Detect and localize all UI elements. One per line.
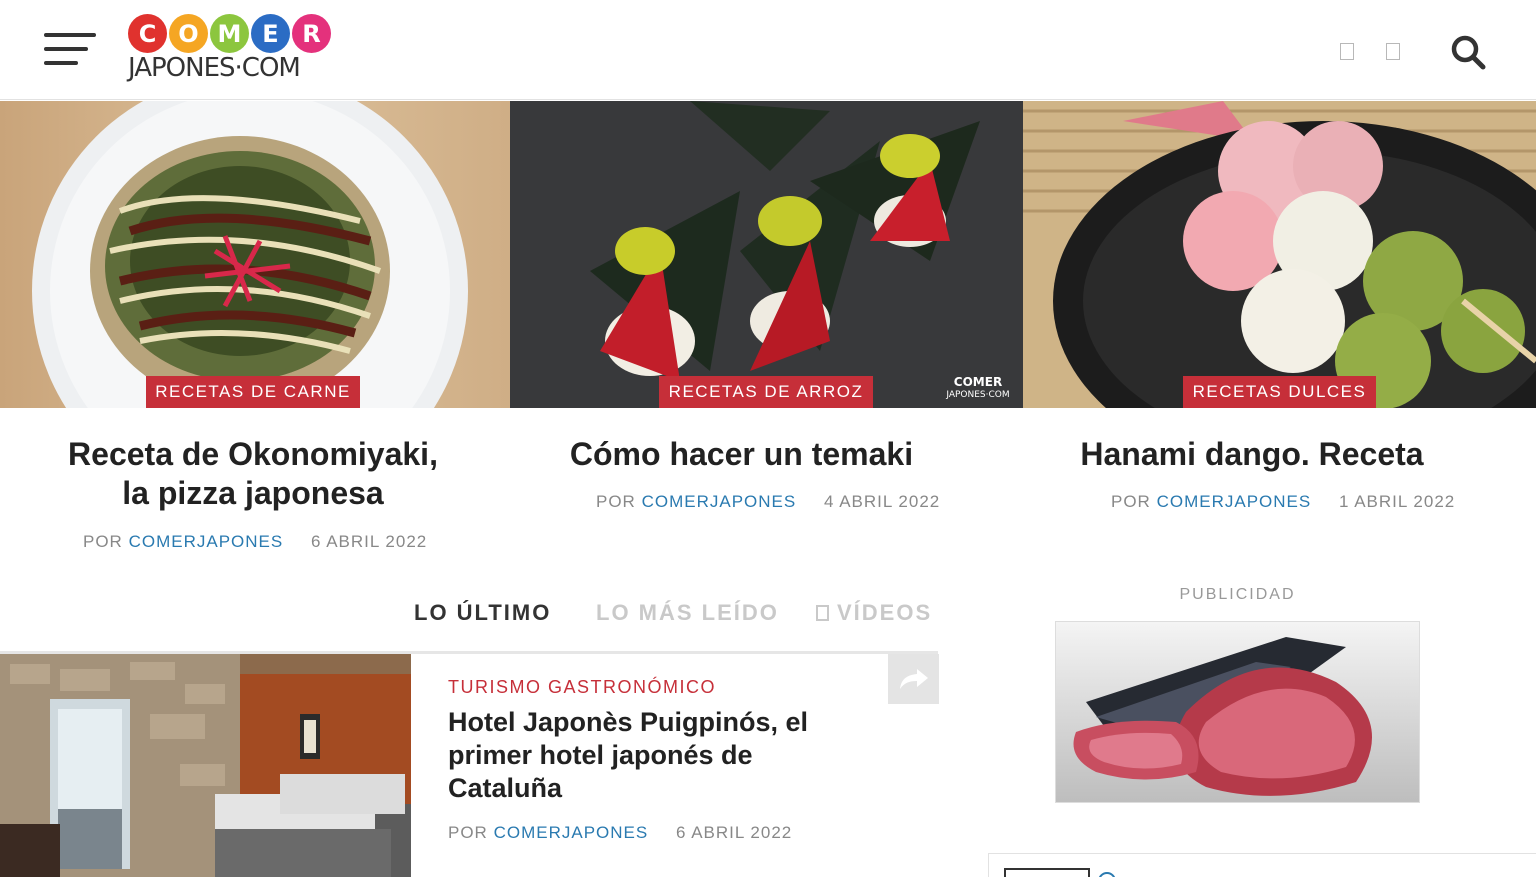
article-title[interactable]: Hotel Japonès Puigpinós, el primer hotel… xyxy=(448,706,848,805)
featured-meta-okonomiyaki: POR COMERJAPONES 6 ABRIL 2022 xyxy=(83,532,427,552)
tab-lo-mas-leido[interactable]: LO MÁS LEÍDO xyxy=(596,600,779,626)
post-date: 6 ABRIL 2022 xyxy=(310,532,428,551)
dango-image[interactable] xyxy=(1023,101,1536,408)
author-link[interactable]: COMERJAPONES xyxy=(1157,492,1312,511)
post-date: 4 ABRIL 2022 xyxy=(823,492,941,511)
featured-title-dango-line1: Hanami dango. Receta xyxy=(1080,436,1424,472)
category-badge-carne[interactable]: RECETAS DE CARNE xyxy=(146,376,360,408)
article-category[interactable]: TURISMO GASTRONÓMICO xyxy=(448,677,716,698)
okonomiyaki-image[interactable] xyxy=(0,101,510,408)
featured-title-temaki-line1: Cómo hacer un temaki xyxy=(569,436,914,472)
advertising-label: PUBLICIDAD xyxy=(1179,586,1296,603)
hamburger-menu-icon[interactable] xyxy=(44,32,98,68)
category-badge-arroz[interactable]: RECETAS DE ARROZ xyxy=(659,376,873,408)
advertisement-image[interactable] xyxy=(1055,621,1420,803)
logo-letter-r: R xyxy=(292,14,331,53)
content-tabs: LO ÚLTIMO LO MÁS LEÍDO VÍDEOS xyxy=(412,600,952,630)
tab-videos-label: VÍDEOS xyxy=(837,600,933,625)
temaki-watermark-top: COMER xyxy=(954,375,1002,389)
hotel-article-image[interactable] xyxy=(0,654,411,877)
logo-letter-c: C xyxy=(128,14,167,53)
sidebar-widget-tab[interactable] xyxy=(1004,868,1090,877)
meta-by: POR xyxy=(448,823,488,842)
share-button[interactable] xyxy=(888,654,939,704)
site-header: C O M E R JAPONES·COM xyxy=(0,0,1536,100)
featured-title-okonomiyaki-line2: la pizza japonesa xyxy=(122,475,384,511)
logo-letters: C O M E R xyxy=(128,14,338,53)
featured-title-okonomiyaki[interactable]: Receta de Okonomiyaki, la pizza japonesa xyxy=(0,435,506,513)
featured-meta-temaki: POR COMERJAPONES 4 ABRIL 2022 xyxy=(596,492,940,512)
search-icon[interactable] xyxy=(1450,34,1486,70)
article-meta: POR COMERJAPONES 6 ABRIL 2022 xyxy=(448,823,792,843)
category-badge-dulces[interactable]: RECETAS DULCES xyxy=(1183,376,1376,408)
logo-subtitle: JAPONES·COM xyxy=(128,53,301,83)
logo-letter-o: O xyxy=(169,14,208,53)
social-icon-2[interactable] xyxy=(1386,43,1400,60)
tab-videos[interactable]: VÍDEOS xyxy=(816,600,932,626)
meta-by: POR xyxy=(596,492,636,511)
temaki-image[interactable]: COMER JAPONES·COM xyxy=(510,101,1023,408)
meta-by: POR xyxy=(83,532,123,551)
featured-title-dango[interactable]: Hanami dango. Receta xyxy=(1023,435,1481,474)
featured-meta-dango: POR COMERJAPONES 1 ABRIL 2022 xyxy=(1111,492,1455,512)
temaki-watermark-bottom: JAPONES·COM xyxy=(945,390,1009,400)
featured-title-temaki[interactable]: Cómo hacer un temaki xyxy=(510,435,973,474)
author-link[interactable]: COMERJAPONES xyxy=(129,532,284,551)
logo-letter-e: E xyxy=(251,14,290,53)
featured-strip: COMER JAPONES·COM xyxy=(0,101,1536,408)
share-arrow-icon xyxy=(899,669,928,689)
post-date: 6 ABRIL 2022 xyxy=(675,823,793,842)
author-link[interactable]: COMERJAPONES xyxy=(494,823,649,842)
video-icon xyxy=(816,605,829,621)
tab-lo-ultimo[interactable]: LO ÚLTIMO xyxy=(414,600,551,626)
social-icon-1[interactable] xyxy=(1340,43,1354,60)
author-link[interactable]: COMERJAPONES xyxy=(642,492,797,511)
meta-by: POR xyxy=(1111,492,1151,511)
logo-letter-m: M xyxy=(210,14,249,53)
site-logo[interactable]: C O M E R JAPONES·COM xyxy=(128,14,338,86)
post-date: 1 ABRIL 2022 xyxy=(1338,492,1456,511)
featured-title-okonomiyaki-line1: Receta de Okonomiyaki, xyxy=(68,436,438,472)
